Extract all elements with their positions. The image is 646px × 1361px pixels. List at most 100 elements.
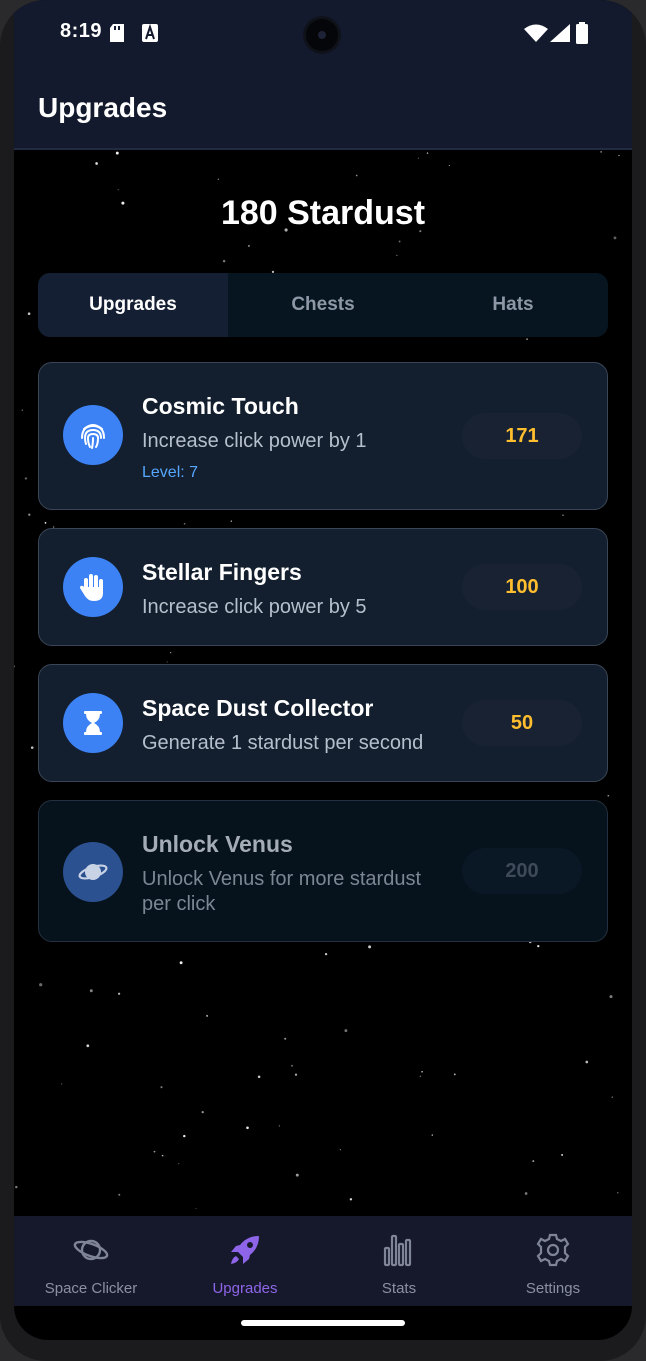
star	[201, 1110, 204, 1114]
star	[206, 1014, 209, 1017]
shop-tabs: Upgrades Chests Hats	[38, 273, 608, 337]
nav-label: Space Clicker	[44, 1280, 138, 1297]
home-indicator[interactable]	[241, 1320, 405, 1326]
upgrade-description: Generate 1 stardust per second	[142, 732, 424, 754]
star	[28, 513, 31, 516]
upgrade-card-unlock-venus[interactable]: Unlock Venus Unlock Venus for more stard…	[38, 800, 608, 942]
star	[532, 1160, 535, 1163]
star	[600, 151, 602, 153]
hourglass-icon	[63, 693, 123, 753]
star	[417, 157, 419, 159]
star	[421, 1071, 423, 1073]
star	[526, 338, 528, 340]
star	[324, 952, 328, 956]
star	[426, 152, 429, 154]
rocket-icon	[231, 1236, 259, 1264]
upgrade-title: Unlock Venus	[142, 831, 293, 857]
star	[291, 1064, 293, 1067]
buy-price-button[interactable]: 50	[462, 700, 582, 746]
star	[195, 1207, 197, 1210]
planet-icon	[73, 1239, 109, 1261]
upgrade-title: Space Dust Collector	[142, 695, 374, 721]
star	[27, 312, 31, 315]
star	[344, 1029, 348, 1033]
star	[230, 520, 232, 522]
star	[115, 151, 119, 155]
star	[257, 1075, 261, 1079]
bar-chart-icon	[383, 1234, 412, 1267]
star	[398, 240, 401, 243]
phone-frame: 8:19 Upgrades 180 Stardust Upgrades Ches…	[0, 0, 646, 1361]
star	[217, 178, 219, 180]
front-camera	[306, 19, 338, 51]
star	[183, 522, 186, 525]
nav-upgrades[interactable]: Upgrades	[168, 1216, 322, 1306]
star	[419, 1075, 422, 1078]
nav-label: Settings	[525, 1280, 581, 1297]
upgrade-title: Cosmic Touch	[142, 393, 299, 419]
planet-icon	[63, 842, 123, 902]
star	[161, 1154, 164, 1157]
star	[537, 944, 540, 948]
upgrade-description: Increase click power by 5	[142, 596, 367, 618]
nav-stats[interactable]: Stats	[322, 1216, 476, 1306]
stardust-balance: 180 Stardust	[14, 194, 632, 233]
upgrade-card-cosmic-touch[interactable]: Cosmic Touch Increase click power by 1 L…	[38, 362, 608, 510]
star	[617, 1191, 619, 1194]
star	[613, 236, 617, 240]
tab-hats[interactable]: Hats	[418, 273, 608, 337]
star	[222, 259, 226, 263]
star	[179, 961, 183, 965]
star	[561, 1153, 564, 1156]
star	[349, 1198, 353, 1201]
star	[14, 665, 16, 668]
buy-price-button[interactable]: 200	[462, 848, 582, 894]
page-title: Upgrades	[38, 92, 168, 123]
star	[166, 661, 168, 663]
upgrade-title: Stellar Fingers	[142, 559, 302, 585]
upgrade-card-stellar-fingers[interactable]: Stellar Fingers Increase click power by …	[38, 528, 608, 646]
star	[278, 1125, 281, 1127]
buy-price-button[interactable]: 100	[462, 564, 582, 610]
buy-price-button[interactable]: 171	[462, 413, 582, 459]
upgrade-level: Level: 7	[142, 464, 199, 481]
star	[61, 1083, 63, 1085]
star	[44, 522, 47, 524]
star	[294, 1073, 298, 1076]
star	[95, 162, 98, 165]
stardust-amount: 180	[220, 194, 278, 232]
fingerprint-icon	[63, 405, 123, 465]
upgrade-card-space-dust-collector[interactable]: Space Dust Collector Generate 1 stardust…	[38, 664, 608, 782]
star	[284, 1037, 287, 1040]
wifi-icon	[524, 24, 548, 42]
nav-label: Upgrades	[212, 1280, 278, 1297]
star	[89, 989, 93, 993]
star	[295, 1173, 299, 1177]
star	[160, 1086, 163, 1089]
star	[453, 1073, 456, 1076]
star	[524, 1192, 528, 1195]
app-bar: Upgrades	[14, 66, 632, 150]
star	[611, 1096, 614, 1098]
nav-space-clicker[interactable]: Space Clicker	[14, 1216, 168, 1306]
signal-icon	[550, 24, 570, 42]
star	[39, 983, 43, 987]
tab-upgrades[interactable]: Upgrades	[38, 273, 228, 337]
star	[585, 1060, 589, 1064]
star	[170, 652, 172, 654]
star	[618, 154, 620, 157]
battery-icon	[576, 22, 588, 44]
screen: 8:19 Upgrades 180 Stardust Upgrades Ches…	[14, 0, 632, 1340]
nav-settings[interactable]: Settings	[476, 1216, 630, 1306]
star	[21, 409, 23, 411]
star	[431, 1134, 433, 1136]
upgrade-description: Increase click power by 1	[142, 430, 367, 452]
tab-chests[interactable]: Chests	[228, 273, 418, 337]
star	[24, 477, 28, 480]
star	[396, 254, 398, 256]
nav-label: Stats	[381, 1280, 417, 1297]
star	[118, 1193, 121, 1196]
stardust-unit: Stardust	[287, 194, 426, 232]
hand-icon	[63, 557, 123, 617]
star	[153, 1150, 156, 1153]
